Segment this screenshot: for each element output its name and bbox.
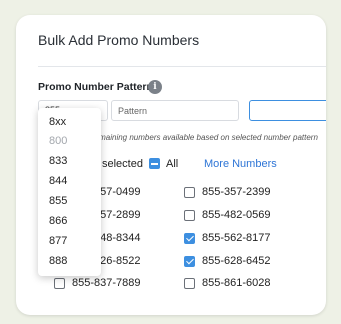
prefix-option[interactable]: 888 [49,255,67,267]
number-checkbox[interactable] [184,233,195,244]
number-checkbox[interactable] [54,278,65,289]
pattern-input[interactable] [111,100,239,121]
phone-number: 855-861-6028 [202,277,271,289]
prefix-option[interactable]: 844 [49,175,67,187]
select-all-label: All [166,158,179,170]
phone-number: 855-482-0569 [202,209,271,221]
prefix-option[interactable]: 855 [49,195,67,207]
number-checkbox[interactable] [184,278,195,289]
availability-hint: remaining numbers available based on sel… [92,133,318,142]
title-divider [38,66,326,67]
prefix-option: 800 [49,135,68,147]
prefix-option[interactable]: 8xx [49,116,66,128]
phone-number: 855-357-2399 [202,186,271,198]
prefix-dropdown-menu: 8xx 800 833 844 855 866 877 888 [38,108,101,276]
phone-number: 855-837-7889 [72,277,141,289]
number-checkbox[interactable] [184,210,195,221]
phone-number: 855-562-8177 [202,232,271,244]
number-checkbox[interactable] [184,256,195,267]
phone-number: 855-628-6452 [202,255,271,267]
number-checkbox[interactable] [184,187,195,198]
dialog-title: Bulk Add Promo Numbers [38,32,200,48]
more-numbers-link[interactable]: More Numbers [204,158,277,170]
section-label: Promo Number Pattern [38,81,153,93]
number-search-field[interactable] [249,100,326,121]
prefix-option[interactable]: 833 [49,155,67,167]
select-all-checkbox[interactable] [149,158,160,169]
prefix-option[interactable]: 877 [49,235,67,247]
selected-count-text: selected [102,158,143,170]
prefix-option[interactable]: 866 [49,215,67,227]
info-icon[interactable]: i [148,80,162,94]
